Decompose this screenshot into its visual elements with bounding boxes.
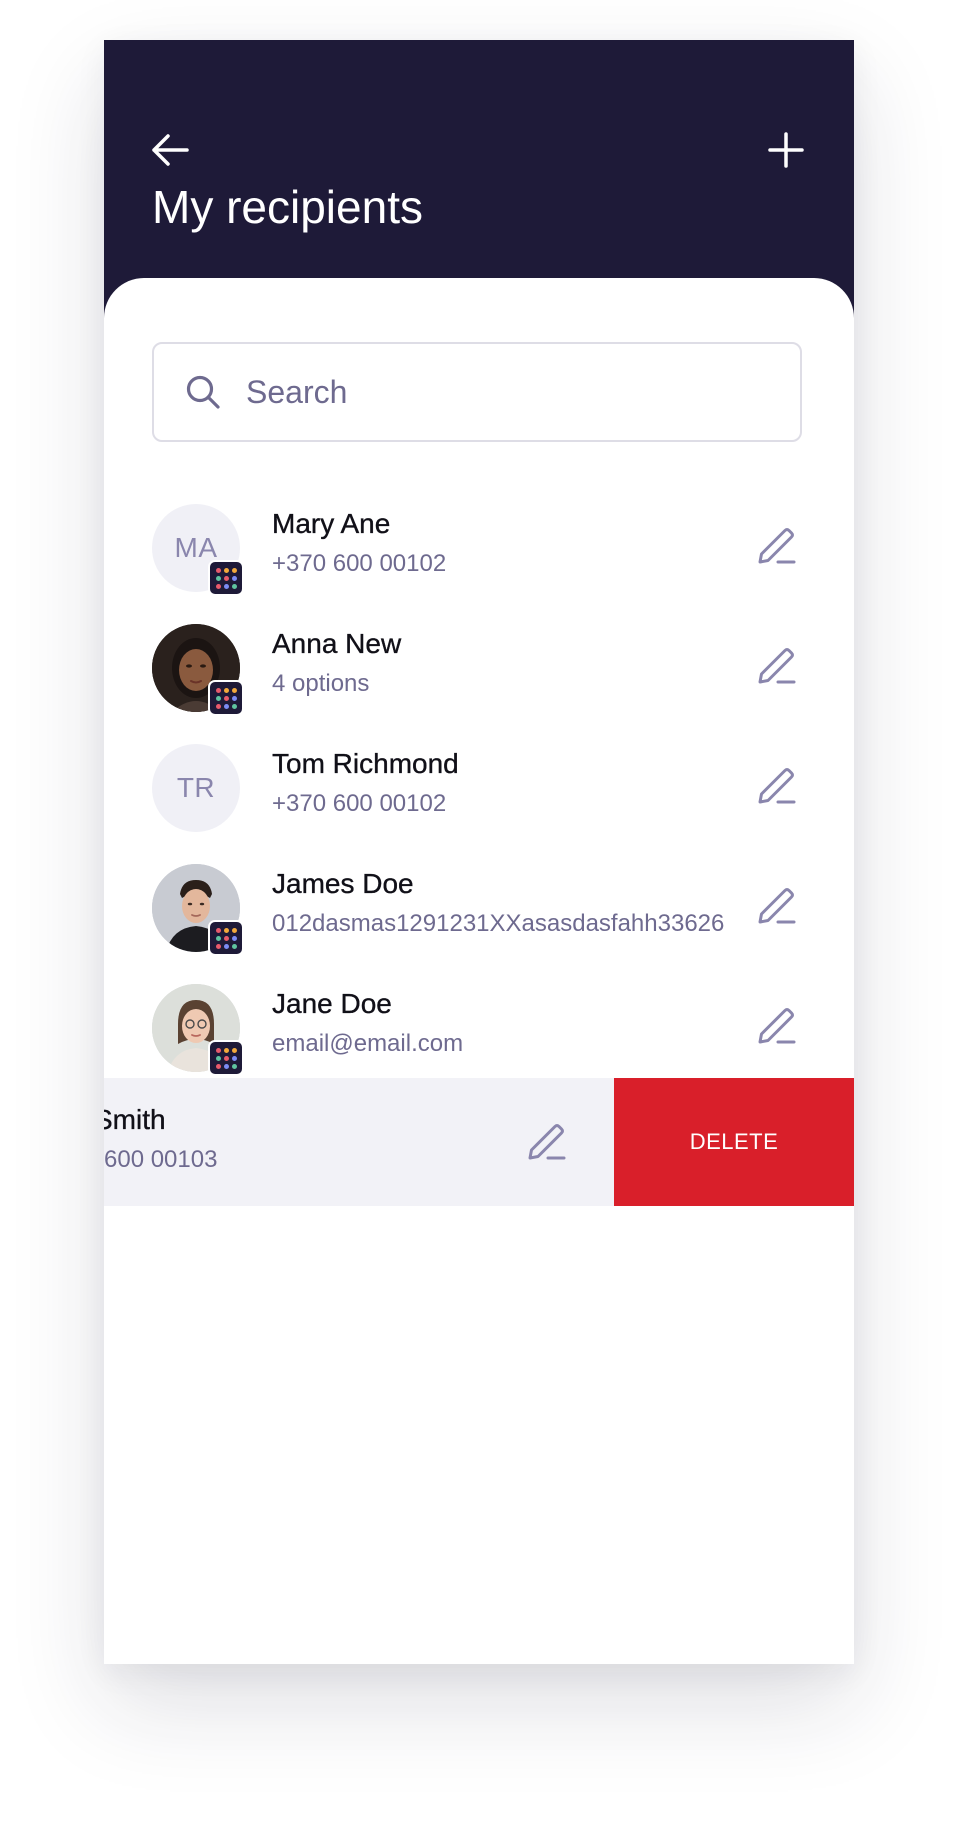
search-box[interactable] [152,342,802,442]
recipient-row[interactable]: MA Mary Ane +370 600 00102 [104,494,854,614]
add-recipient-button[interactable] [764,128,808,172]
search-input[interactable] [244,372,768,412]
delete-button[interactable]: DELETE [614,1078,854,1206]
app-grid-badge-icon [208,680,244,716]
recipient-name: Tom Richmond [272,748,459,779]
recipient-name: Anna New [272,628,402,659]
avatar [152,624,244,716]
edit-pencil-icon[interactable] [752,642,800,690]
app-grid-badge-icon [208,1040,244,1076]
swiped-recipient-row[interactable]: Smith 600 00103 DELETE [104,1078,854,1206]
edit-pencil-icon[interactable] [752,522,800,570]
edit-pencil-icon[interactable] [752,762,800,810]
recipient-detail: 600 00103 [104,1146,218,1173]
app-grid-badge-icon [208,560,244,596]
avatar [152,984,244,1076]
avatar: TR [152,744,240,832]
recipient-detail: email@email.com [272,1030,464,1057]
avatar-initials: TR [176,772,216,803]
recipient-row[interactable]: Jane Doe email@email.com [104,974,854,1094]
avatar [152,864,244,956]
edit-pencil-icon[interactable] [752,1002,800,1050]
content-sheet: MA Mary Ane +370 600 00102 [104,278,854,1664]
app-grid-badge-icon [208,920,244,956]
page-title: My recipients [152,181,423,233]
recipient-name: Mary Ane [272,508,391,539]
recipient-detail: 4 options [272,670,370,697]
recipient-row[interactable]: Anna New 4 options [104,614,854,734]
edit-pencil-icon[interactable] [752,882,800,930]
arrow-left-icon [152,134,189,166]
recipient-row[interactable]: TR Tom Richmond +370 600 00102 [104,734,854,854]
avatar: MA [152,504,244,596]
back-button[interactable] [148,128,192,172]
app-screen: My recipients MA [104,40,854,1664]
recipient-name: Smith [104,1104,166,1135]
recipient-detail: +370 600 00102 [272,790,447,817]
recipient-detail: 012dasmas1291231XXasasdasfahh33626 [272,910,725,937]
recipient-row[interactable]: James Doe 012dasmas1291231XXasasdasfahh3… [104,854,854,974]
edit-pencil-icon[interactable] [522,1118,570,1166]
plus-icon [768,132,804,168]
recipient-detail: +370 600 00102 [272,550,447,577]
recipient-name: Jane Doe [272,988,392,1019]
recipient-name: James Doe [272,868,414,899]
search-icon [184,373,222,411]
